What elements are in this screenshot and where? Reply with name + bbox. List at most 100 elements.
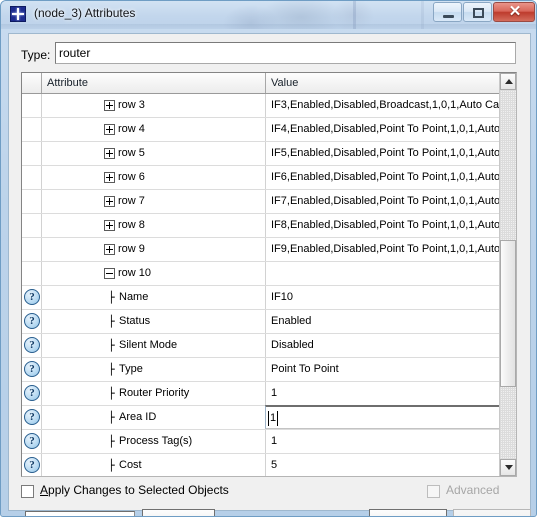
attribute-cell[interactable]: ├ Process Tag(s) (42, 430, 266, 453)
find-next-button[interactable]: Find Next (142, 509, 215, 516)
attribute-cell[interactable]: ├ Cost (42, 454, 266, 476)
grid-row[interactable]: row 10 (22, 262, 501, 286)
expand-plus-icon[interactable] (104, 172, 115, 183)
grid-row[interactable]: ? ├ Silent Mode Disabled (22, 334, 501, 358)
grid-row[interactable]: row 6 IF6,Enabled,Disabled,Point To Point… (22, 166, 501, 190)
value-cell[interactable]: Enabled (267, 310, 501, 333)
help-question-icon[interactable]: ? (24, 289, 40, 305)
value-inline-editor[interactable]: 1 (265, 405, 501, 429)
find-input[interactable] (25, 511, 135, 516)
minimize-icon (443, 15, 454, 18)
expand-plus-icon[interactable] (104, 244, 115, 255)
grid-row[interactable]: row 3 IF3,Enabled,Disabled,Broadcast,1,0,… (22, 94, 501, 118)
grid-row[interactable]: ? ├ Type Point To Point (22, 358, 501, 382)
help-question-icon[interactable]: ? (24, 337, 40, 353)
attribute-cell[interactable]: row 4 (42, 118, 266, 141)
maximize-button[interactable] (463, 2, 492, 22)
attribute-cell[interactable]: ├ Name (42, 286, 266, 309)
attribute-cell[interactable]: row 9 (42, 238, 266, 261)
grid-row[interactable]: row 8 IF8,Enabled,Disabled,Point To Point… (22, 214, 501, 238)
attribute-cell[interactable]: row 8 (42, 214, 266, 237)
ok-button[interactable]: OK (453, 509, 531, 516)
title-bar[interactable]: (node_3) Attributes ✕ (1, 1, 536, 29)
attribute-cell[interactable]: row 5 (42, 142, 266, 165)
tree-branch-icon: ├ (108, 291, 115, 304)
row-icon-cell (22, 142, 42, 165)
grid-row[interactable]: ? ├ Cost 5 (22, 454, 501, 476)
close-icon: ✕ (508, 3, 522, 20)
attribute-cell[interactable]: ├ Router Priority (42, 382, 266, 405)
attribute-cell[interactable]: row 7 (42, 190, 266, 213)
advanced-checkbox[interactable] (427, 485, 440, 498)
expand-plus-icon[interactable] (104, 220, 115, 231)
grid-row[interactable]: ? ├ Area ID 1 (22, 405, 501, 430)
help-question-icon[interactable]: ? (24, 385, 40, 401)
help-question-icon[interactable]: ? (24, 457, 40, 473)
value-cell[interactable] (267, 262, 501, 285)
help-question-icon[interactable]: ? (24, 409, 40, 425)
scroll-down-button[interactable] (500, 459, 516, 476)
row-icon-cell (22, 238, 42, 261)
row-icon-cell (22, 214, 42, 237)
cancel-button[interactable]: Cancel (369, 509, 447, 516)
expand-plus-icon[interactable] (104, 124, 115, 135)
close-button[interactable]: ✕ (493, 2, 535, 22)
value-cell[interactable]: Point To Point (267, 358, 501, 381)
apply-changes-label-rest: pply Changes to Selected Objects (48, 483, 229, 497)
expand-plus-icon[interactable] (104, 196, 115, 207)
attribute-cell[interactable]: row 3 (42, 94, 266, 117)
attribute-name-label: Silent Mode (119, 339, 178, 351)
grid-row[interactable]: row 5 IF5,Enabled,Disabled,Point To Point… (22, 142, 501, 166)
help-question-icon[interactable]: ? (24, 313, 40, 329)
value-cell[interactable]: IF5,Enabled,Disabled,Point To Point,1,0,… (267, 142, 501, 165)
attribute-name-label: row 6 (118, 171, 145, 183)
value-cell[interactable]: 5 (267, 454, 501, 476)
attributes-grid: Attribute Value row 3 IF3,Enabled,Disable… (21, 72, 517, 477)
attribute-name-label: row 8 (118, 219, 145, 231)
attribute-cell[interactable]: ├ Silent Mode (42, 334, 266, 357)
scroll-up-button[interactable] (500, 73, 516, 90)
row-icon-cell: ? (22, 454, 42, 476)
grid-row[interactable]: ? ├ Router Priority 1 (22, 382, 501, 406)
titlebar-bottom-shade (1, 24, 536, 29)
attribute-cell[interactable]: ├ Status (42, 310, 266, 333)
grid-header-attribute[interactable]: Attribute (42, 73, 266, 93)
value-cell[interactable]: IF10 (267, 286, 501, 309)
value-cell[interactable]: IF6,Enabled,Disabled,Point To Point,1,0,… (267, 166, 501, 189)
value-cell[interactable]: 1 (267, 382, 501, 405)
attribute-cell[interactable]: row 6 (42, 166, 266, 189)
grid-row[interactable]: row 4 IF4,Enabled,Disabled,Point To Point… (22, 118, 501, 142)
row-icon-cell: ? (22, 358, 42, 381)
expand-plus-icon[interactable] (104, 148, 115, 159)
scrollbar-track[interactable] (500, 90, 516, 459)
help-question-icon[interactable]: ? (24, 433, 40, 449)
value-cell[interactable]: 1 (267, 430, 501, 453)
grid-vertical-scrollbar[interactable] (499, 73, 516, 476)
expand-plus-icon[interactable] (104, 100, 115, 111)
value-cell[interactable]: IF3,Enabled,Disabled,Broadcast,1,0,1,Aut… (267, 94, 501, 117)
minimize-button[interactable] (433, 2, 462, 22)
value-cell[interactable]: IF4,Enabled,Disabled,Point To Point,1,0,… (267, 118, 501, 141)
value-cell[interactable]: IF8,Enabled,Disabled,Point To Point,1,0,… (267, 214, 501, 237)
grid-row[interactable]: ? ├ Status Enabled (22, 310, 501, 334)
attribute-cell[interactable]: row 10 (42, 262, 266, 285)
help-question-icon[interactable]: ? (24, 361, 40, 377)
grid-header-value[interactable]: Value (266, 73, 501, 93)
type-input[interactable] (55, 42, 516, 64)
collapse-minus-icon[interactable] (104, 268, 115, 279)
advanced-label: Advanced (446, 483, 500, 497)
maximize-icon (473, 8, 484, 18)
grid-row[interactable]: ? ├ Name IF10 (22, 286, 501, 310)
text-caret (277, 411, 278, 426)
value-cell[interactable]: Disabled (267, 334, 501, 357)
attribute-cell[interactable]: ├ Area ID (42, 406, 266, 429)
attribute-cell[interactable]: ├ Type (42, 358, 266, 381)
grid-row[interactable]: row 9 IF9,Enabled,Disabled,Point To Point… (22, 238, 501, 262)
scrollbar-thumb[interactable] (500, 240, 516, 387)
row-icon-cell: ? (22, 334, 42, 357)
value-cell[interactable]: IF7,Enabled,Disabled,Point To Point,1,0,… (267, 190, 501, 213)
grid-row[interactable]: row 7 IF7,Enabled,Disabled,Point To Point… (22, 190, 501, 214)
grid-row[interactable]: ? ├ Process Tag(s) 1 (22, 430, 501, 454)
apply-changes-checkbox[interactable] (21, 485, 34, 498)
value-cell[interactable]: IF9,Enabled,Disabled,Point To Point,1,0,… (267, 238, 501, 261)
